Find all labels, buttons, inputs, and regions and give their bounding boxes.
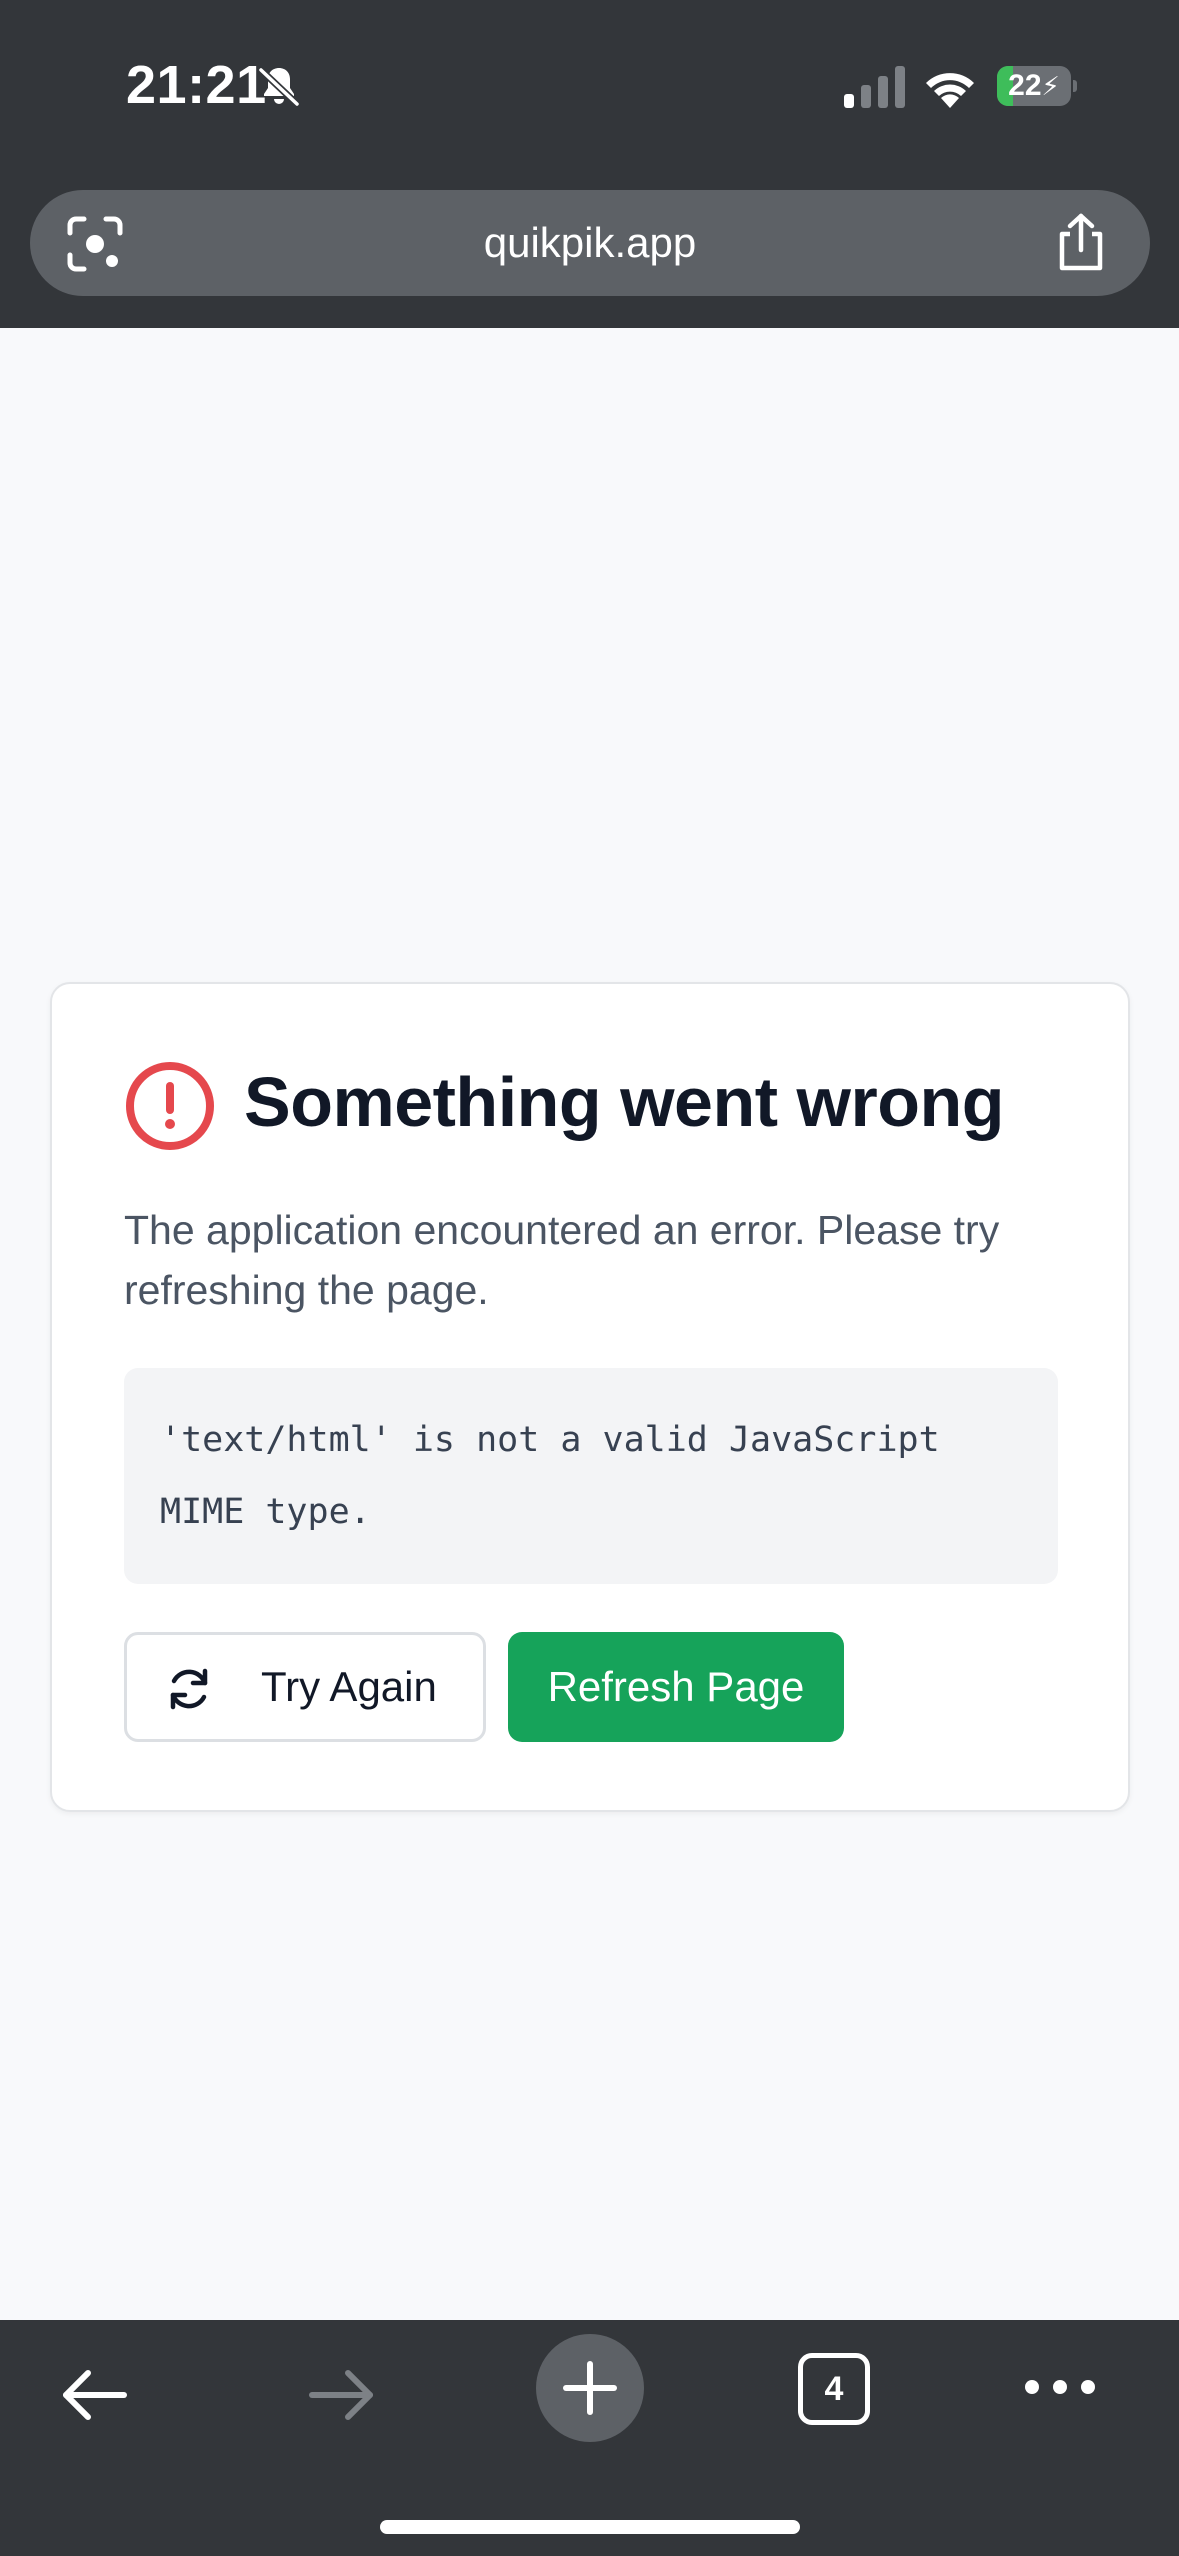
battery-cap bbox=[1073, 80, 1077, 92]
error-detail-box: 'text/html' is not a valid JavaScript MI… bbox=[124, 1368, 1058, 1584]
home-indicator[interactable] bbox=[380, 2520, 800, 2534]
battery-level-text: 22 bbox=[1008, 69, 1042, 102]
plus-icon bbox=[563, 2361, 617, 2415]
back-arrow-icon[interactable] bbox=[58, 2358, 132, 2432]
status-time: 21:21 bbox=[126, 55, 267, 115]
refresh-page-label: Refresh Page bbox=[547, 1663, 805, 1710]
try-again-button[interactable]: Try Again bbox=[124, 1632, 486, 1742]
url-text[interactable]: quikpik.app bbox=[30, 190, 1150, 296]
browser-top-chrome: 21:21 22⚡ quikpik.app bbox=[0, 0, 1179, 328]
error-card: Something went wrong The application enc… bbox=[50, 982, 1130, 1812]
try-again-label: Try Again bbox=[261, 1663, 437, 1710]
battery-body: 22⚡ bbox=[997, 66, 1071, 106]
more-dots-icon[interactable] bbox=[1022, 2372, 1098, 2402]
bell-slash-icon bbox=[257, 66, 301, 108]
error-title: Something went wrong bbox=[244, 1063, 1004, 1141]
refresh-page-button[interactable]: Refresh Page bbox=[508, 1632, 844, 1742]
refresh-icon bbox=[170, 1668, 208, 1710]
tabs-icon[interactable]: 4 bbox=[798, 2353, 870, 2425]
cellular-signal-icon bbox=[844, 66, 905, 108]
tab-count: 4 bbox=[824, 2370, 844, 2408]
battery-level: 22⚡ bbox=[997, 66, 1071, 106]
error-detail-text: 'text/html' is not a valid JavaScript MI… bbox=[160, 1420, 940, 1532]
new-tab-button[interactable] bbox=[536, 2334, 644, 2442]
url-bar[interactable]: quikpik.app bbox=[30, 190, 1150, 296]
share-icon[interactable] bbox=[1054, 212, 1108, 272]
wifi-icon bbox=[926, 73, 974, 108]
charging-bolt-icon: ⚡ bbox=[1041, 71, 1060, 101]
battery-charging-icon: 22⚡ bbox=[997, 66, 1077, 106]
forward-arrow-icon[interactable] bbox=[304, 2358, 378, 2432]
error-message: The application encountered an error. Pl… bbox=[124, 1207, 1000, 1313]
alert-circle-icon bbox=[126, 1062, 214, 1150]
